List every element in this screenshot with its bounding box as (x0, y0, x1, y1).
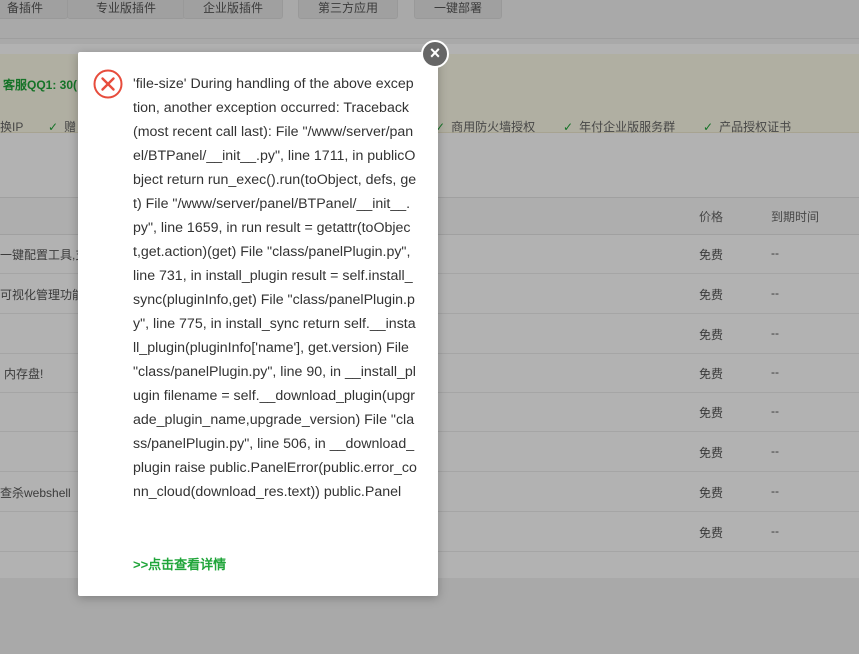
close-icon[interactable]: × (421, 40, 449, 68)
error-x-icon (93, 69, 123, 99)
view-details-link[interactable]: >>点击查看详情 (133, 554, 226, 573)
error-message: 'file-size' During handling of the above… (133, 76, 417, 500)
error-dialog: 'file-size' During handling of the above… (78, 52, 438, 596)
